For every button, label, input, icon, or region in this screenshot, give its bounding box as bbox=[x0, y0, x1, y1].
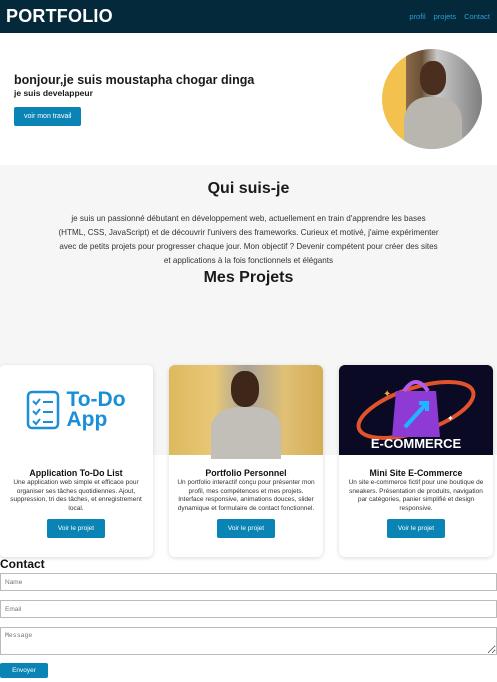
svg-text:✦: ✦ bbox=[383, 389, 391, 400]
hero-greeting: bonjour,je suis moustapha chogar dinga bbox=[14, 72, 255, 87]
svg-text:✦: ✦ bbox=[447, 414, 454, 423]
portfolio-image bbox=[169, 365, 323, 459]
project-description: Un site e-commerce fictif pour une bouti… bbox=[348, 479, 484, 512]
contact-section: Contact Envoyer bbox=[0, 557, 497, 678]
send-button[interactable]: Envoyer bbox=[0, 663, 48, 678]
view-project-button[interactable]: Voir le projet bbox=[46, 519, 106, 538]
project-card-portfolio: Portfolio Personnel Un portfolio interac… bbox=[169, 365, 323, 557]
view-project-button[interactable]: Voir le projet bbox=[216, 519, 276, 538]
hero-role: je suis develappeur bbox=[14, 87, 93, 98]
project-title: Application To-Do List bbox=[29, 468, 123, 478]
checklist-icon bbox=[27, 390, 60, 430]
todo-app-image: To-Do App bbox=[0, 365, 153, 455]
email-input[interactable] bbox=[0, 600, 497, 618]
todo-app-image-text: To-Do App bbox=[66, 388, 126, 431]
portfolio-image-face bbox=[231, 371, 259, 407]
site-logo[interactable]: PORTFOLIO bbox=[6, 6, 113, 27]
view-work-button[interactable]: voir mon travail bbox=[14, 106, 82, 126]
project-cards: To-Do App Application To-Do List Une app… bbox=[0, 365, 497, 557]
message-textarea[interactable] bbox=[0, 627, 497, 655]
nav-links: profil projets Contact bbox=[409, 12, 491, 21]
hero-text: bonjour,je suis moustapha chogar dinga j… bbox=[14, 73, 254, 126]
project-title: Portfolio Personnel bbox=[205, 468, 287, 478]
nav-link-contact[interactable]: Contact bbox=[464, 12, 490, 21]
project-description: Un portfolio interactif conçu pour prése… bbox=[177, 479, 315, 512]
about-text: je suis un passionné débutant en dévelop… bbox=[58, 214, 439, 265]
view-project-button[interactable]: Voir le projet bbox=[386, 519, 446, 538]
nav-link-projets[interactable]: projets bbox=[434, 12, 457, 21]
hero-section: bonjour,je suis moustapha chogar dinga j… bbox=[0, 33, 497, 165]
ecommerce-image: ✦ ✦ E-COMMERCE bbox=[339, 365, 493, 455]
projects-title: Mes Projets bbox=[203, 269, 294, 286]
contact-title: Contact bbox=[0, 557, 45, 571]
navbar: PORTFOLIO profil projets Contact bbox=[0, 0, 497, 33]
name-input[interactable] bbox=[0, 573, 497, 591]
about-title: Qui suis-je bbox=[207, 180, 290, 197]
profile-photo-body bbox=[404, 97, 462, 149]
project-card-ecommerce: ✦ ✦ E-COMMERCE Mini Site E-Commerce Un s… bbox=[339, 365, 493, 557]
profile-photo-face bbox=[420, 61, 446, 95]
profile-photo bbox=[382, 49, 482, 149]
project-title: Mini Site E-Commerce bbox=[369, 468, 463, 478]
ecommerce-image-text: E-COMMERCE bbox=[370, 436, 462, 451]
nav-link-profil[interactable]: profil bbox=[409, 12, 425, 21]
project-description: Une application web simple et efficace p… bbox=[10, 479, 142, 512]
project-card-todo: To-Do App Application To-Do List Une app… bbox=[0, 365, 153, 557]
portfolio-image-body bbox=[211, 407, 281, 459]
